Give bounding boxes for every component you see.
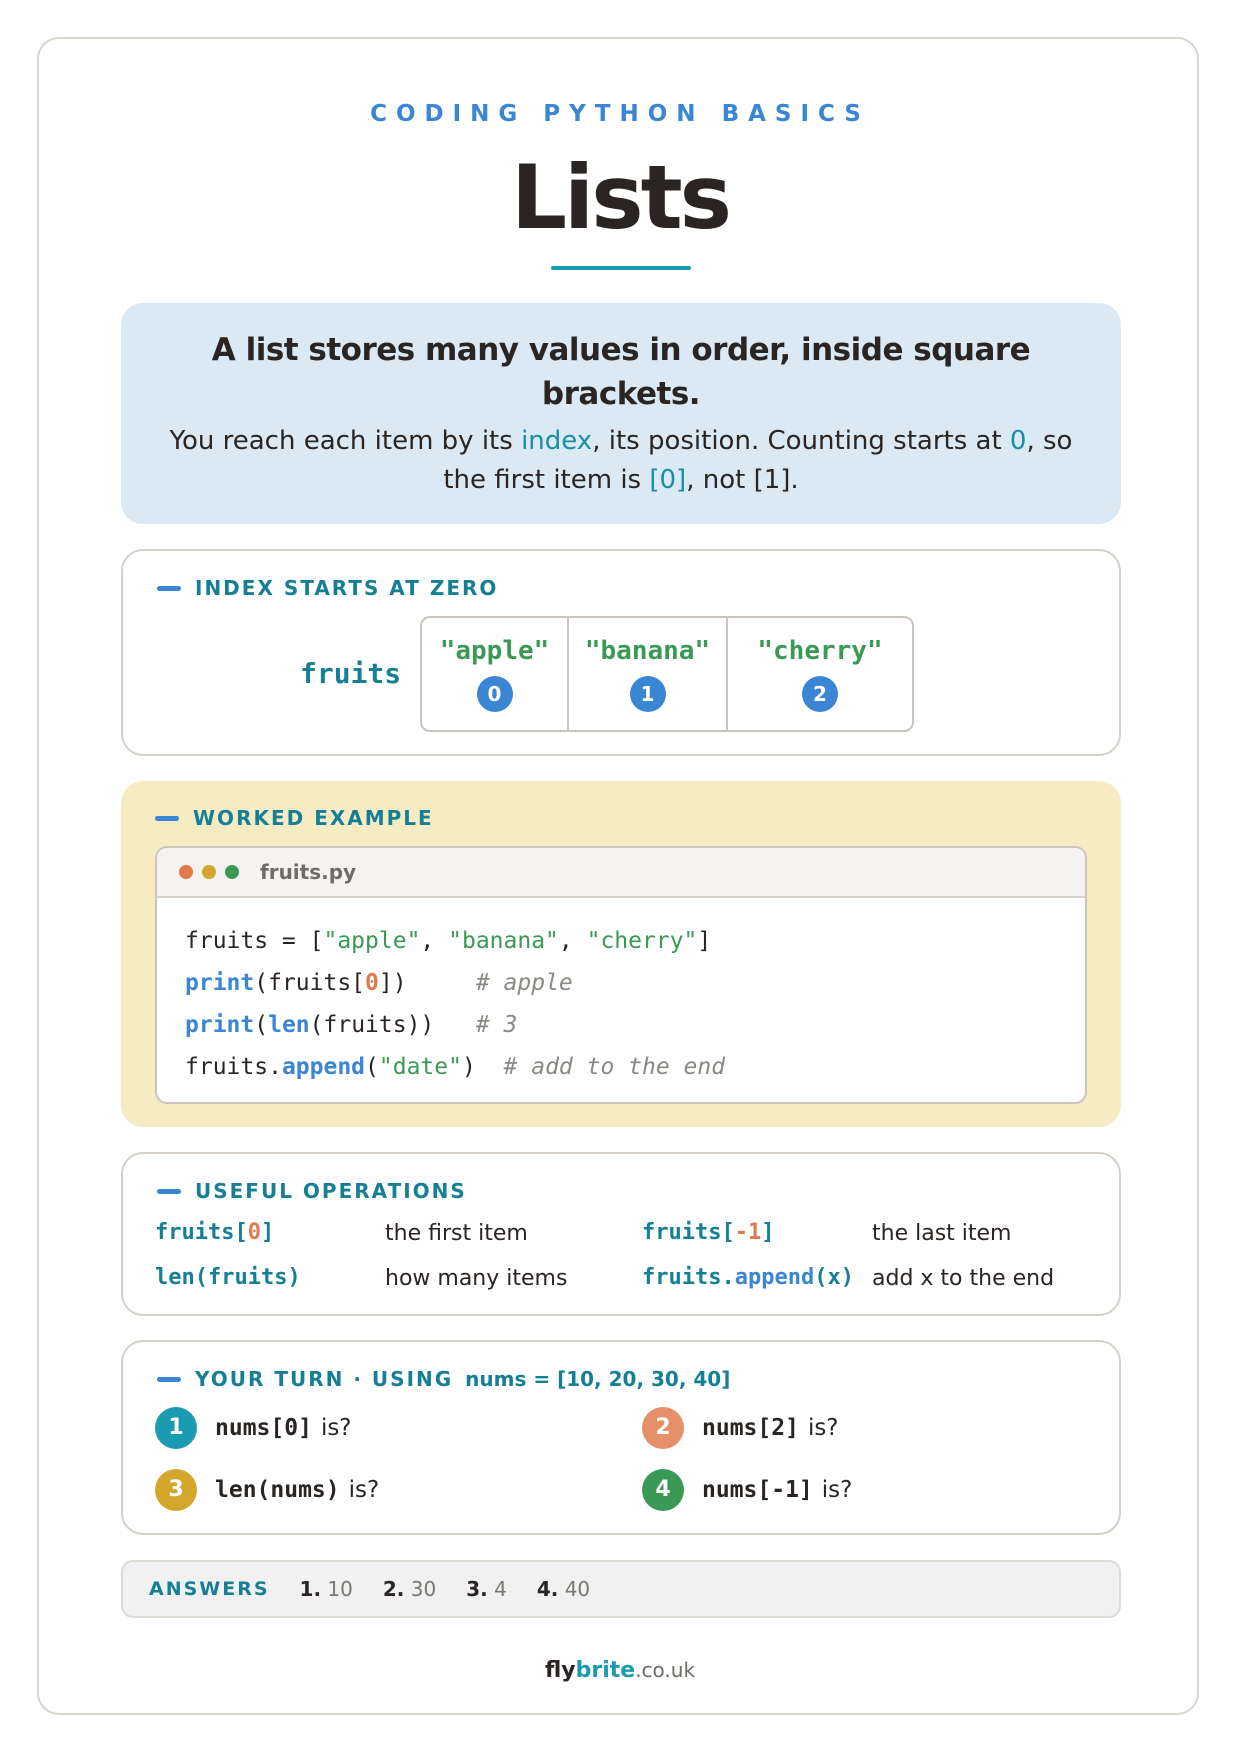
heading-dash (155, 815, 179, 821)
index-badge: 1 (629, 676, 666, 712)
question: 1 nums[0] is? (155, 1407, 352, 1449)
code-window: fruits.py fruits = ["apple", "banana", "… (155, 846, 1087, 1104)
operation-description: the first item (385, 1221, 528, 1246)
brand-fly: fly (544, 1658, 576, 1683)
question-code: len(nums) (215, 1477, 340, 1503)
term-index: index (521, 426, 593, 456)
question-number-badge: 3 (155, 1469, 197, 1511)
code-line: print(fruits[0]) # apple (185, 970, 573, 996)
index-card: INDEX STARTS AT ZERO fruits "apple" 0 "b… (121, 549, 1121, 756)
operation-description: the last item (872, 1221, 1012, 1246)
variable-label: fruits (300, 657, 402, 690)
cell-value: "banana" (584, 636, 711, 666)
answer-item: 1. 10 (299, 1577, 353, 1601)
window-dot-icon (179, 865, 193, 879)
window-dot-icon (202, 865, 216, 879)
heading-dash (157, 1376, 181, 1382)
section-heading: USEFUL OPERATIONS (157, 1179, 467, 1203)
code-line: fruits = ["apple", "banana", "cherry"] (185, 928, 712, 954)
cell-value: "apple" (439, 636, 550, 666)
section-heading: WORKED EXAMPLE (155, 806, 434, 830)
index-badge: 0 (476, 676, 513, 712)
question-code: nums[-1] (702, 1477, 813, 1503)
answer-item: 2. 30 (382, 1577, 437, 1601)
question-code: nums[0] (215, 1415, 312, 1441)
window-dot-icon (225, 865, 239, 879)
question-number-badge: 2 (642, 1407, 684, 1449)
heading-text: WORKED EXAMPLE (193, 806, 434, 830)
intro-text: You reach each item by its (169, 426, 522, 456)
heading-dash (157, 585, 181, 591)
footer-brand: flybrite.co.uk (0, 1658, 1240, 1683)
heading-text: YOUR TURN · USING (195, 1367, 454, 1391)
list-definition: nums = [10, 20, 30, 40] (465, 1367, 731, 1391)
question-code: nums[2] (702, 1415, 799, 1441)
code-filename: fruits.py (260, 860, 357, 884)
question-suffix: is? (821, 1477, 853, 1503)
operations-card: USEFUL OPERATIONS fruits[0] the first it… (121, 1152, 1121, 1316)
answer-item: 3. 4 (466, 1577, 507, 1601)
operation-code: len(fruits) (155, 1265, 301, 1290)
worked-example-panel: WORKED EXAMPLE fruits.py fruits = ["appl… (121, 781, 1121, 1127)
your-turn-card: YOUR TURN · USING nums = [10, 20, 30, 40… (121, 1340, 1121, 1535)
brand-brite: brite (575, 1658, 636, 1683)
operation-code: fruits.append(x) (642, 1265, 854, 1290)
term-zero: 0 (1009, 426, 1027, 456)
code-line: print(len(fruits)) # 3 (185, 1012, 518, 1038)
question-suffix: is? (807, 1415, 839, 1441)
question: 4 nums[-1] is? (642, 1469, 852, 1511)
term-first-index: [0] (649, 465, 687, 495)
page-title: Lists (510, 146, 732, 249)
section-heading: YOUR TURN · USING nums = [10, 20, 30, 40… (157, 1367, 730, 1391)
intro-body: You reach each item by its index, its po… (156, 422, 1086, 500)
question-number-badge: 4 (642, 1469, 684, 1511)
intro-text: , not [1]. (686, 465, 799, 495)
question: 2 nums[2] is? (642, 1407, 839, 1449)
answer-item: 4. 40 (536, 1577, 591, 1601)
operation-code: fruits[-1] (642, 1220, 775, 1245)
index-cell: "cherry" 2 (726, 618, 912, 730)
operation-description: add x to the end (872, 1266, 1055, 1291)
section-heading: INDEX STARTS AT ZERO (157, 576, 498, 600)
question-suffix: is? (348, 1477, 380, 1503)
heading-text: INDEX STARTS AT ZERO (195, 576, 499, 600)
brand-domain: .co.uk (635, 1658, 696, 1682)
cell-value: "cherry" (757, 636, 883, 666)
intro-lead: A list stores many values in order, insi… (211, 332, 1031, 412)
question: 3 len(nums) is? (155, 1469, 379, 1511)
heading-text: USEFUL OPERATIONS (195, 1179, 467, 1203)
index-cell: "apple" 0 (422, 618, 567, 730)
code-line: fruits.append("date") # add to the end (185, 1054, 726, 1080)
kicker: CODING PYTHON BASICS (370, 101, 870, 127)
question-number-badge: 1 (155, 1407, 197, 1449)
code-window-titlebar: fruits.py (157, 848, 1085, 898)
intro-panel: A list stores many values in order, insi… (121, 303, 1121, 524)
answers-label: ANSWERS (149, 1578, 270, 1600)
answers-bar: ANSWERS 1. 10 2. 30 3. 4 4. 40 (121, 1560, 1121, 1618)
question-suffix: is? (320, 1415, 352, 1441)
index-table: "apple" 0 "banana" 1 "cherry" 2 (420, 616, 914, 732)
intro-text: , its position. Counting starts at (592, 426, 1010, 456)
operation-description: how many items (385, 1266, 568, 1291)
index-cell: "banana" 1 (567, 618, 726, 730)
heading-dash (157, 1188, 181, 1194)
operation-code: fruits[0] (155, 1220, 275, 1245)
title-underline (551, 266, 691, 270)
index-badge: 2 (802, 676, 838, 712)
code-body: fruits = ["apple", "banana", "cherry"] p… (157, 898, 1085, 1088)
